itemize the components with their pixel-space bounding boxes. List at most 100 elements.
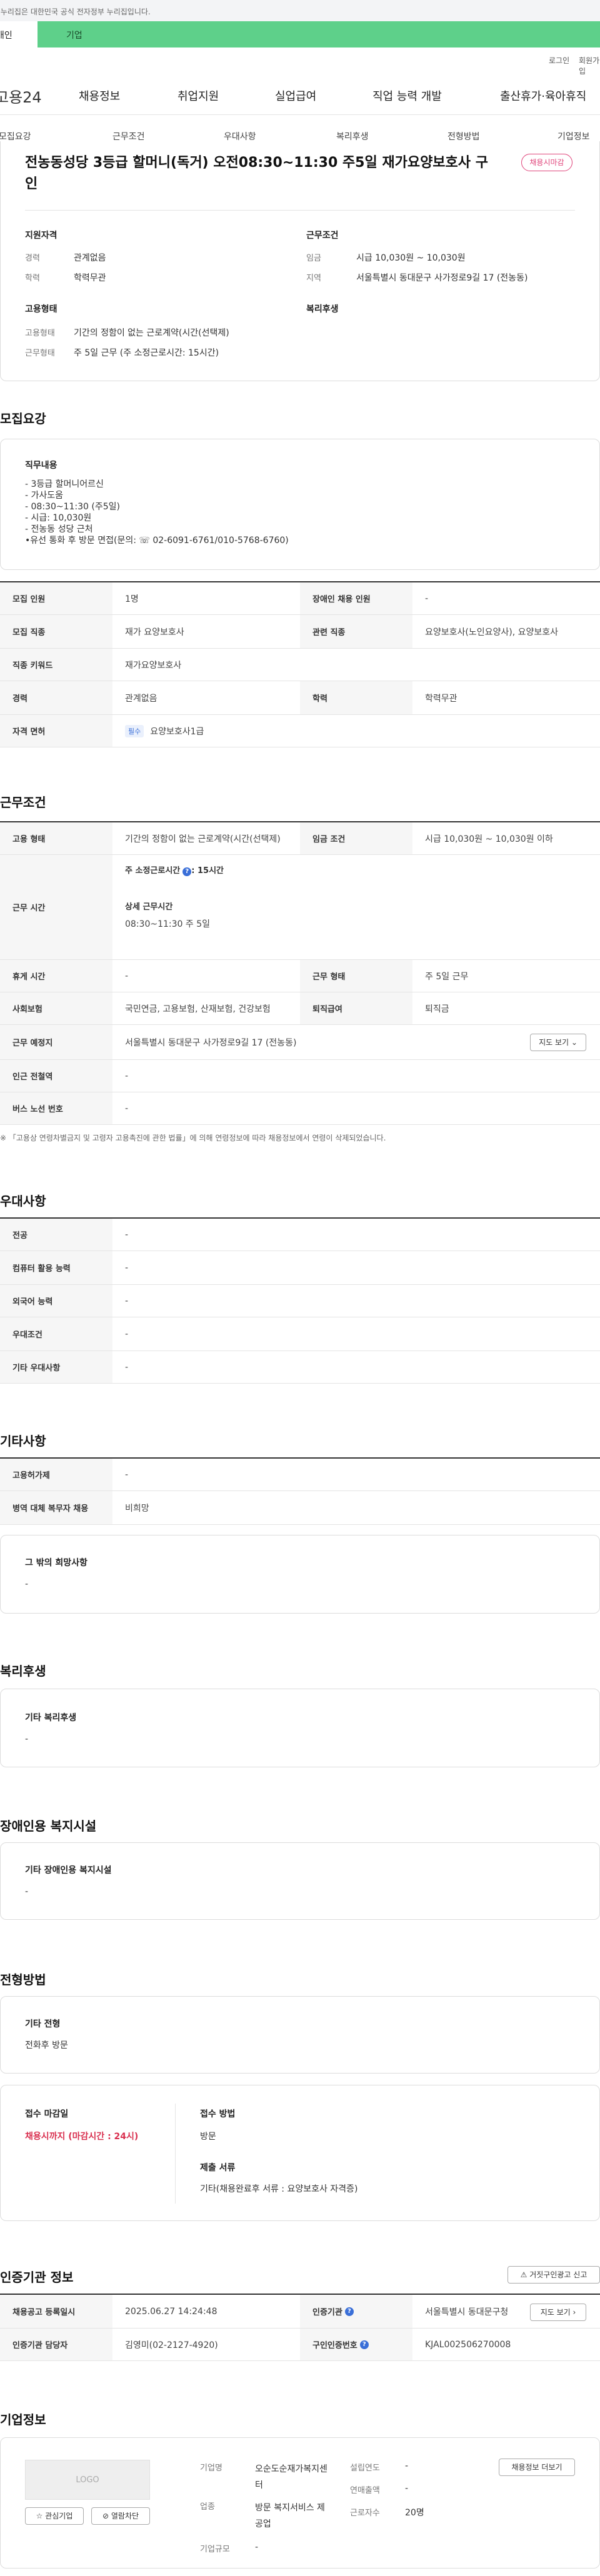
agency-label-cell: 인증기관? bbox=[300, 2295, 412, 2328]
row-value: 관계없음 bbox=[125, 693, 158, 704]
siren-icon: ⚠ bbox=[520, 2270, 528, 2279]
map-view-button[interactable]: 지도 보기 ⌄ bbox=[530, 1034, 586, 1051]
industry-value: 방문 복지서비스 제공업 bbox=[255, 2503, 325, 2529]
disability-heading: 기타 장애인용 복지시설 bbox=[25, 1865, 112, 1875]
education-label: 학력 bbox=[25, 274, 40, 283]
row-label: 관련 직종 bbox=[300, 615, 412, 648]
founded-value: - bbox=[405, 2461, 409, 2471]
subnav-recruit[interactable]: 모집요강 bbox=[0, 130, 31, 142]
row-value: - bbox=[125, 1469, 129, 1480]
selection-value: 전화후 방문 bbox=[25, 2040, 68, 2050]
row-label: 장애인 채용 인원 bbox=[300, 582, 412, 614]
login-link[interactable]: 로그인 bbox=[549, 55, 569, 66]
subnav-conditions[interactable]: 근무조건 bbox=[112, 130, 145, 142]
work-section-title: 근무조건 bbox=[0, 795, 46, 810]
info-icon[interactable]: ? bbox=[182, 867, 192, 876]
extra-wishes-heading: 그 밖의 희망사항 bbox=[25, 1558, 88, 1568]
row-label: 채용공고 등록일시 bbox=[0, 2295, 112, 2328]
career-label: 경력 bbox=[25, 254, 40, 263]
row-label: 고용 형태 bbox=[0, 822, 112, 854]
table-row: 모집 인원 1명 장애인 채용 인원 - bbox=[0, 582, 600, 615]
hours-main: 주 소정근로시간?: 15시간 bbox=[125, 864, 224, 876]
row-label: 병역 대체 복무자 채용 bbox=[0, 1491, 112, 1524]
row-value: 재가 요양보호사 bbox=[125, 627, 184, 637]
more-jobs-button[interactable]: 채용정보 더보기 bbox=[499, 2459, 575, 2476]
selection-section-title: 전형방법 bbox=[0, 1972, 46, 1987]
tab-company[interactable]: 기업 bbox=[38, 21, 600, 47]
disability-value: - bbox=[25, 1887, 29, 1897]
subnav-welfare[interactable]: 복리후생 bbox=[336, 130, 369, 142]
deadline-value: 채용시까지 (마감시간 : 24시) bbox=[25, 2132, 139, 2142]
row-label: 컴퓨터 활용 능력 bbox=[0, 1251, 112, 1284]
selection-heading: 기타 전형 bbox=[25, 2019, 61, 2029]
table-row: 휴게 시간 - 근무 형태 주 5일 근무 bbox=[0, 960, 600, 992]
table-row: 근무 시간 bbox=[0, 855, 600, 960]
gnb-item-parental-leave[interactable]: 출산휴가·육아휴직 bbox=[500, 87, 586, 104]
wage-label: 임금 bbox=[306, 254, 321, 263]
agency-map-button[interactable]: 지도 보기 › bbox=[530, 2304, 586, 2321]
row-label: 전공 bbox=[0, 1219, 112, 1251]
recruit-section-title: 모집요강 bbox=[0, 411, 46, 426]
subnav-selection[interactable]: 전형방법 bbox=[448, 130, 480, 142]
region-label: 지역 bbox=[306, 274, 321, 283]
info-icon[interactable]: ? bbox=[344, 2307, 354, 2316]
row-value: 주 5일 근무 bbox=[425, 971, 469, 982]
row-value: 퇴직금 bbox=[425, 1004, 449, 1014]
report-fake-ad-button[interactable]: ⚠ 거짓구인광고 신고 bbox=[508, 2266, 600, 2284]
company-size-value: - bbox=[255, 2542, 259, 2552]
block-view-button[interactable]: ⊘ 열람차단 bbox=[91, 2507, 150, 2525]
row-value: KJAL002506270008 bbox=[425, 2339, 511, 2350]
table-row: 자격 면허 필수 요양보호사1급 bbox=[0, 715, 600, 747]
application-box bbox=[0, 2085, 600, 2221]
row-label: 근무 형태 bbox=[300, 960, 412, 992]
gnb-item-unemployment-benefit[interactable]: 실업급여 bbox=[275, 87, 316, 104]
row-label: 퇴직급여 bbox=[300, 992, 412, 1024]
qualification-heading: 지원자격 bbox=[25, 231, 58, 241]
deadline-heading: 접수 마감일 bbox=[25, 2109, 69, 2119]
interest-company-button[interactable]: ☆ 관심기업 bbox=[25, 2507, 84, 2525]
signup-link[interactable]: 회원가입 bbox=[579, 55, 600, 76]
row-label: 모집 인원 bbox=[0, 582, 112, 614]
table-row: 컴퓨터 활용 능력 - bbox=[0, 1251, 600, 1285]
education-value: 학력무관 bbox=[74, 273, 106, 283]
duty-line-5: - 전농동 성당 근처 bbox=[25, 524, 93, 534]
subnav-company[interactable]: 기업정보 bbox=[558, 130, 590, 142]
required-tag: 필수 bbox=[125, 724, 144, 737]
star-icon: ☆ bbox=[36, 2512, 43, 2520]
revenue-label: 연매출액 bbox=[350, 2486, 380, 2495]
welfare-section-title: 복리후생 bbox=[0, 1664, 46, 1679]
map-view-label: 지도 보기 bbox=[539, 1038, 569, 1047]
row-value: - bbox=[125, 1295, 129, 1306]
gnb-item-employment-support[interactable]: 취업지원 bbox=[178, 87, 219, 104]
row-value: - bbox=[125, 1262, 129, 1273]
welfare-box bbox=[0, 1689, 600, 1767]
table-row: 근무 예정지 서울특별시 동대문구 사가정로9길 17 (전농동) bbox=[0, 1025, 600, 1060]
global-nav: 고용24 채용정보 취업지원 실업급여 직업 능력 개발 출산휴가·육아휴직 bbox=[0, 79, 600, 115]
row-value: 서울특별시 동대문구청 bbox=[425, 2307, 509, 2317]
user-type-tabs: 개인 기업 bbox=[0, 21, 600, 47]
row-value: 1명 bbox=[125, 594, 139, 604]
duty-line-3: - 08:30~11:30 (주5일) bbox=[25, 502, 120, 512]
gnb-item-jobs[interactable]: 채용정보 bbox=[79, 87, 120, 104]
gnb-item-skills[interactable]: 직업 능력 개발 bbox=[372, 87, 442, 104]
row-value: 요양보호사(노인요양사), 요양보호사 bbox=[425, 627, 559, 637]
subnav-preferences[interactable]: 우대사항 bbox=[224, 130, 256, 142]
site-logo[interactable]: 고용24 bbox=[0, 85, 42, 107]
report-fake-ad-label: 거짓구인광고 신고 bbox=[529, 2270, 588, 2279]
hours-detail-value: 08:30~11:30 주 5일 bbox=[125, 919, 210, 929]
tab-personal[interactable]: 개인 bbox=[0, 21, 38, 47]
info-icon[interactable]: ? bbox=[359, 2340, 369, 2349]
industry-label: 업종 bbox=[200, 2502, 215, 2512]
duty-line-4: - 시급: 10,030원 bbox=[25, 513, 92, 523]
row-value: - bbox=[425, 593, 429, 604]
row-label: 우대조건 bbox=[0, 1317, 112, 1350]
block-icon: ⊘ bbox=[102, 2512, 109, 2520]
row-label: 인증기관 담당자 bbox=[0, 2329, 112, 2360]
number-label: 구인인증번호 bbox=[312, 2341, 358, 2350]
row-value: 학력무관 bbox=[425, 693, 458, 704]
tab-personal-label: 개인 bbox=[0, 31, 12, 41]
region-value: 서울특별시 동대문구 사가정로9길 17 (전농동) bbox=[356, 273, 528, 283]
table-row: 고용 형태 기간의 정함이 없는 근로계약(시간(선택제) 임금 조건 시급 1… bbox=[0, 822, 600, 855]
status-badge: 채용시마감 bbox=[521, 154, 572, 171]
work-type-value: 주 5일 근무 (주 소정근로시간: 15시간) bbox=[74, 348, 219, 358]
